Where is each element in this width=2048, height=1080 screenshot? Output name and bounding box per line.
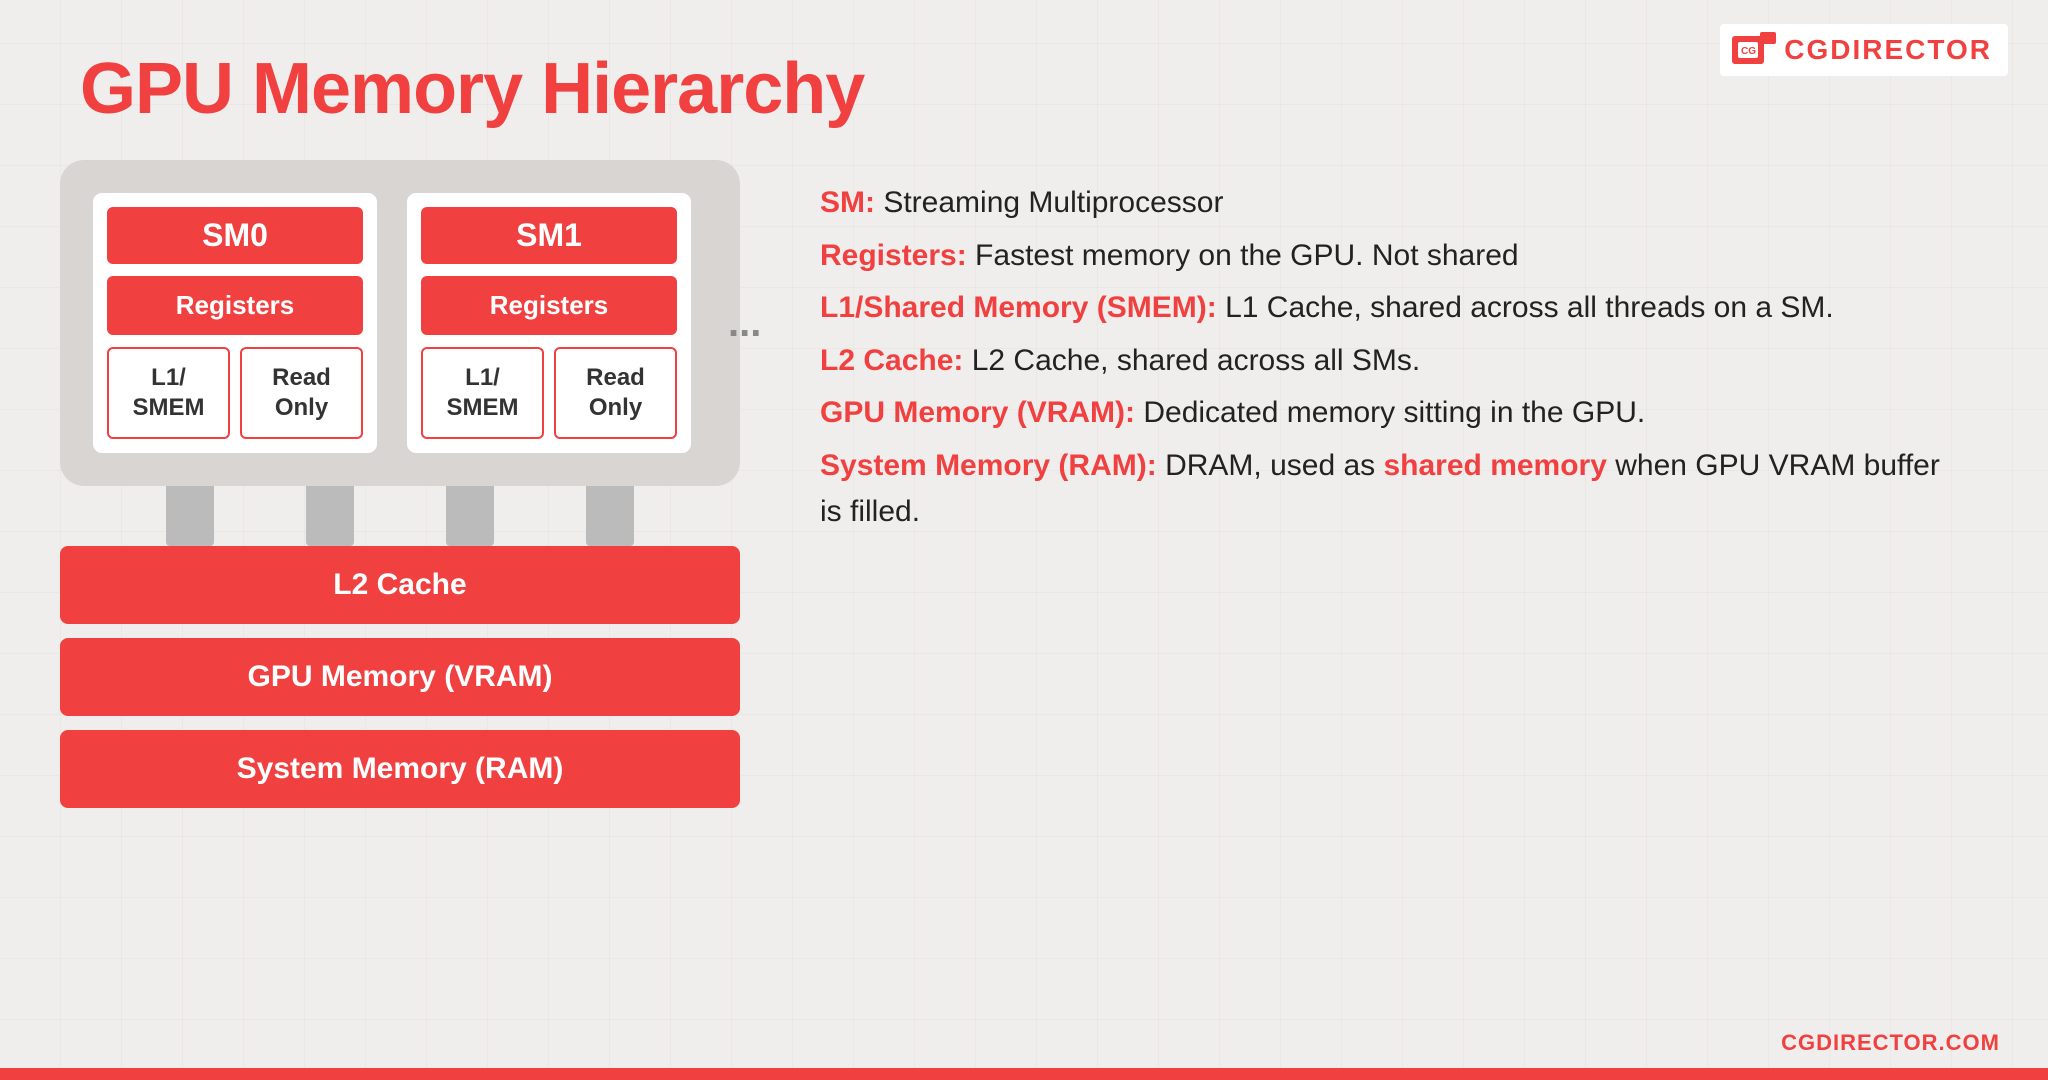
desc-sysram-text: DRAM, used as (1157, 449, 1384, 482)
desc-l2cache-bold: L2 Cache: (820, 344, 963, 377)
desc-sysram-bold2: shared memory (1383, 449, 1606, 482)
desc-sm-text: Streaming Multiprocessor (875, 186, 1223, 219)
logo: CG CGDIRECTOR (1720, 24, 2008, 76)
shared-bars: L2 Cache GPU Memory (VRAM) System Memory… (60, 546, 740, 808)
svg-text:CG: CG (1741, 46, 1756, 57)
system-memory-bar: System Memory (RAM) (60, 730, 740, 808)
desc-registers-bold: Registers: (820, 239, 967, 272)
desc-l1smem-bold: L1/Shared Memory (SMEM): (820, 291, 1217, 324)
pillar-4 (586, 486, 634, 546)
page-title: GPU Memory Hierarchy (80, 48, 864, 130)
sm1-readonly: ReadOnly (554, 347, 677, 439)
desc-l1smem-text: L1 Cache, shared across all threads on a… (1217, 291, 1834, 324)
cg-logo-icon: CG (1732, 32, 1776, 68)
sm1-registers: Registers (421, 276, 677, 335)
connector-pillars (60, 486, 740, 546)
desc-vram: GPU Memory (VRAM): Dedicated memory sitt… (820, 390, 1960, 437)
footer-url: CGDIRECTOR.COM (1781, 1030, 2000, 1056)
sm0-title: SM0 (107, 207, 363, 264)
sm0-l1smem: L1/SMEM (107, 347, 230, 439)
description-area: SM: Streaming Multiprocessor Registers: … (820, 180, 1960, 542)
desc-sysram-bold: System Memory (RAM): (820, 449, 1157, 482)
sm1-title: SM1 (421, 207, 677, 264)
logo-text: CGDIRECTOR (1784, 34, 1992, 66)
desc-vram-text: Dedicated memory sitting in the GPU. (1135, 396, 1645, 429)
l2-cache-bar: L2 Cache (60, 546, 740, 624)
desc-registers-text: Fastest memory on the GPU. Not shared (967, 239, 1519, 272)
sm1-l1smem: L1/SMEM (421, 347, 544, 439)
desc-registers: Registers: Fastest memory on the GPU. No… (820, 233, 1960, 280)
desc-sm-bold: SM: (820, 186, 875, 219)
desc-sysram: System Memory (RAM): DRAM, used as share… (820, 443, 1960, 536)
sm0-bottom-row: L1/SMEM ReadOnly (107, 347, 363, 439)
sm0-box: SM0 Registers L1/SMEM ReadOnly (90, 190, 380, 456)
gpu-memory-bar: GPU Memory (VRAM) (60, 638, 740, 716)
desc-sm: SM: Streaming Multiprocessor (820, 180, 1960, 227)
diagram-area: SM0 Registers L1/SMEM ReadOnly SM1 Regis… (60, 160, 780, 808)
gpu-outer-box: SM0 Registers L1/SMEM ReadOnly SM1 Regis… (60, 160, 740, 486)
pillar-2 (306, 486, 354, 546)
pillar-3 (446, 486, 494, 546)
sm1-box: SM1 Registers L1/SMEM ReadOnly (404, 190, 694, 456)
desc-l2cache: L2 Cache: L2 Cache, shared across all SM… (820, 338, 1960, 385)
sm0-readonly: ReadOnly (240, 347, 363, 439)
ellipsis-label: ... (718, 301, 761, 346)
pillar-1 (166, 486, 214, 546)
sm1-bottom-row: L1/SMEM ReadOnly (421, 347, 677, 439)
desc-vram-bold: GPU Memory (VRAM): (820, 396, 1135, 429)
desc-l1smem: L1/Shared Memory (SMEM): L1 Cache, share… (820, 285, 1960, 332)
desc-l2cache-text: L2 Cache, shared across all SMs. (963, 344, 1420, 377)
sm0-registers: Registers (107, 276, 363, 335)
